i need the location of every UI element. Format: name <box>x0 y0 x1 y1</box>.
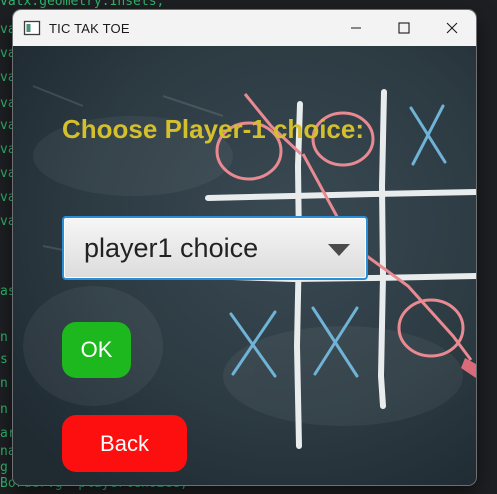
maximize-button[interactable] <box>380 10 428 46</box>
code-line: s <box>0 352 8 367</box>
code-line: vatx.geometry.Insets; <box>0 0 165 9</box>
combobox-selected-value: player1 choice <box>84 232 259 263</box>
code-line: n <box>0 376 8 391</box>
chevron-down-icon <box>328 244 350 256</box>
code-line: n <box>0 402 8 417</box>
minimize-icon <box>351 27 361 29</box>
maximize-icon <box>398 22 410 34</box>
code-line: g <box>0 460 8 475</box>
app-icon <box>23 20 41 36</box>
back-button[interactable]: Back <box>62 415 187 472</box>
page-heading: Choose Player-1 choice: <box>62 114 364 144</box>
code-line: n <box>0 330 8 345</box>
close-icon <box>446 22 458 34</box>
main-content: Choose Player-1 choice: player1 choice O… <box>13 46 476 485</box>
close-button[interactable] <box>428 10 476 46</box>
minimize-button[interactable] <box>332 10 380 46</box>
player1-choice-combobox[interactable]: player1 choice <box>62 216 368 280</box>
ok-button[interactable]: OK <box>62 322 131 378</box>
title-bar[interactable]: TIC TAK TOE <box>13 10 476 46</box>
window-title: TIC TAK TOE <box>49 20 130 36</box>
window-controls <box>332 10 476 46</box>
app-window: TIC TAK TOE Choose Player-1 choice: play… <box>13 10 476 485</box>
